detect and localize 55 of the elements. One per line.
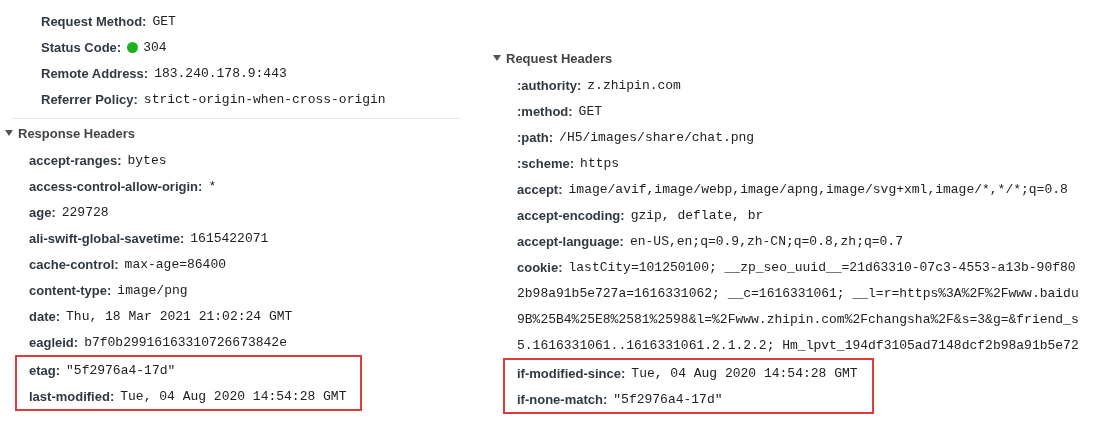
header-name: etag: — [29, 362, 61, 378]
header-value: 2b98a91b5e727a=1616331062; __c=1616331061; __l=r=https%3A%2F%2Fwww.baidu — [517, 284, 1080, 303]
header-value: * — [208, 178, 217, 194]
header-name: access-control-allow-origin: — [29, 178, 203, 194]
header-value: 304 — [143, 39, 167, 55]
header-name: age: — [29, 204, 56, 220]
header-name: accept-encoding: — [517, 207, 625, 223]
header-name: content-type: — [29, 282, 112, 298]
header-name: :method: — [517, 103, 573, 119]
header-value: 183.240.178.9:443 — [154, 65, 287, 81]
header-value: "5f2976a4-17d" — [66, 362, 176, 378]
header-value: "5f2976a4-17d" — [613, 391, 723, 407]
header-value: image/png — [117, 282, 188, 298]
header-name: last-modified: — [29, 388, 115, 404]
header-value: GET — [578, 103, 602, 119]
header-name: Status Code: — [41, 39, 122, 55]
header-name: accept-ranges: — [29, 152, 122, 168]
header-value: 1615422071 — [190, 230, 269, 246]
header-name: accept: — [517, 181, 563, 197]
section-title[interactable]: Request Headers — [506, 50, 613, 66]
header-name: accept-language: — [517, 233, 624, 249]
header-name: if-none-match: — [517, 391, 608, 407]
header-value: https — [580, 155, 620, 171]
header-value: 5.1616331061..1616331061.2.1.2.2; Hm_lpvt_194df3105ad7148dcf2b98a91b5e72 — [517, 336, 1080, 355]
header-value: image/avif,image/webp,image/apng,image/svg+xml,image/*,*/*;q=0.8 — [568, 181, 1068, 197]
header-value: max-age=86400 — [124, 256, 226, 272]
header-name: Request Method: — [41, 13, 147, 29]
header-name: :authority: — [517, 77, 582, 93]
header-value: en-US,en;q=0.9,zh-CN;q=0.8,zh;q=0.7 — [629, 233, 903, 249]
header-value: lastCity=101250100; __zp_seo_uuid__=21d63310-07c3-4553-a13b-90f80 — [568, 259, 1076, 275]
disclosure-triangle-icon[interactable] — [492, 53, 502, 63]
header-name: cookie: — [517, 259, 563, 275]
header-name: if-modified-since: — [517, 365, 626, 381]
header-value: b7f0b29916163310726673842e — [84, 334, 287, 350]
header-value: /H5/images/share/chat.png — [559, 129, 755, 145]
header-value: 9B%25B4%25E8%2581%2598&l=%2Fwww.zhipin.com%2Fchangsha%2F&s=3&g=&friend_s — [517, 310, 1080, 329]
header-value: z.zhipin.com — [587, 77, 681, 93]
header-name: :scheme: — [517, 155, 575, 171]
header-value: bytes — [127, 152, 167, 168]
header-name: Remote Address: — [41, 65, 149, 81]
header-value: gzip, deflate, br — [630, 207, 764, 223]
header-name: eagleid: — [29, 334, 79, 350]
header-value: Thu, 18 Mar 2021 21:02:24 GMT — [66, 308, 293, 324]
header-value: 229728 — [61, 204, 109, 220]
header-name: date: — [29, 308, 61, 324]
header-value: strict-origin-when-cross-origin — [143, 91, 386, 107]
header-name: cache-control: — [29, 256, 119, 272]
header-name: ali-swift-global-savetime: — [29, 230, 185, 246]
header-value: Tue, 04 Aug 2020 14:54:28 GMT — [631, 365, 858, 381]
section-title[interactable]: Response Headers — [18, 125, 136, 141]
header-value: GET — [152, 13, 176, 29]
header-value: Tue, 04 Aug 2020 14:54:28 GMT — [120, 388, 347, 404]
header-name: Referrer Policy: — [41, 91, 138, 107]
disclosure-triangle-icon[interactable] — [4, 128, 14, 138]
header-name: :path: — [517, 129, 554, 145]
